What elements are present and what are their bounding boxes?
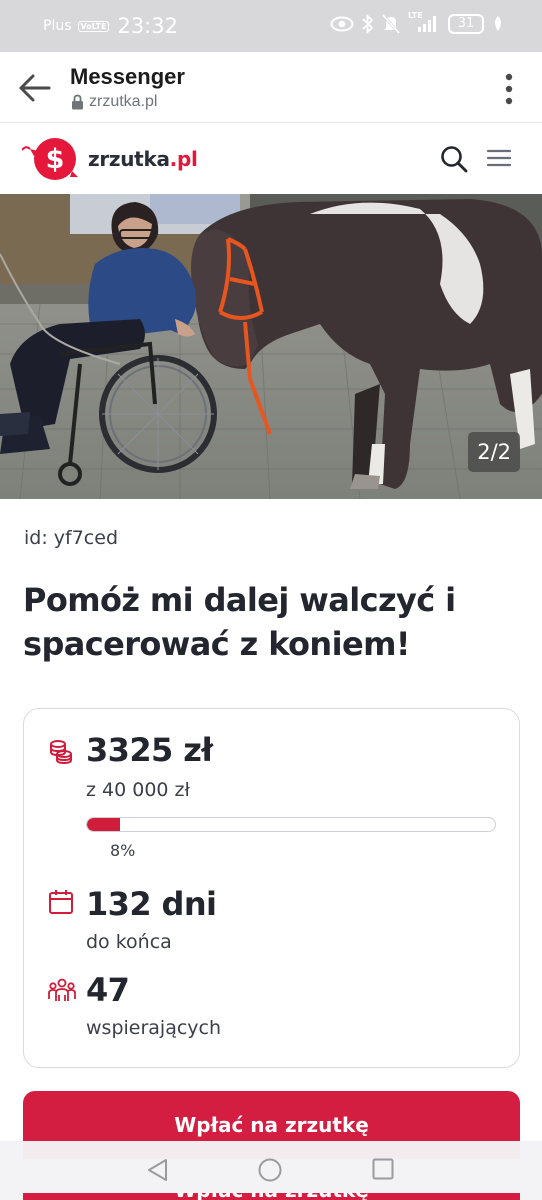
raised-amount: 3325 zł bbox=[86, 731, 213, 769]
signal-icon: LTE bbox=[408, 11, 440, 34]
campaign-id: id: yf7ced bbox=[24, 527, 118, 549]
supporters-label: wspierających bbox=[86, 1017, 222, 1039]
browser-header: Messenger zrzutka.pl bbox=[0, 52, 542, 123]
piggy-bank-logo-icon: $ bbox=[22, 138, 78, 180]
donate-button-duplicate-label: Wpłać na zrzutkę bbox=[23, 1193, 520, 1200]
nav-recents-icon[interactable] bbox=[372, 1158, 394, 1180]
status-bar: Plus VoLTE 23:32 LTE 31 bbox=[0, 0, 542, 52]
site-logo[interactable]: $ zrzutka.pl bbox=[22, 137, 198, 181]
nav-back-icon[interactable] bbox=[146, 1158, 168, 1182]
more-options-button[interactable] bbox=[504, 72, 514, 106]
battery-indicator: 31 bbox=[448, 14, 484, 34]
more-vertical-icon bbox=[505, 73, 513, 105]
nav-home-icon[interactable] bbox=[258, 1158, 282, 1182]
calendar-icon bbox=[49, 890, 73, 914]
supporters-count: 47 bbox=[86, 971, 130, 1009]
menu-button[interactable] bbox=[486, 148, 512, 173]
arrow-left-icon bbox=[19, 74, 51, 102]
logo-text: zrzutka.pl bbox=[88, 147, 198, 171]
url-bar[interactable]: zrzutka.pl bbox=[71, 93, 157, 111]
campaign-title: Pomóż mi dalej walczyć i spacerować z ko… bbox=[23, 581, 456, 663]
campaign-photo bbox=[0, 194, 542, 499]
carrier-name: Plus bbox=[43, 18, 72, 34]
svg-text:$: $ bbox=[46, 144, 65, 175]
donate-button-duplicate[interactable]: Wpłać na zrzutkę bbox=[23, 1193, 520, 1200]
bluetooth-icon bbox=[362, 14, 374, 34]
android-nav-bar bbox=[0, 1141, 542, 1200]
site-header: $ zrzutka.pl bbox=[0, 123, 542, 194]
stats-card: 3325 zł z 40 000 zł 8% 132 dni do końca … bbox=[23, 708, 520, 1068]
mute-bell-icon bbox=[382, 14, 400, 34]
coins-icon bbox=[50, 740, 72, 765]
leaf-icon bbox=[495, 16, 501, 31]
search-icon bbox=[441, 146, 468, 173]
supporters-icon bbox=[48, 978, 76, 1001]
progress-percent: 8% bbox=[110, 841, 136, 860]
url-text: zrzutka.pl bbox=[89, 93, 158, 110]
back-button[interactable] bbox=[18, 72, 52, 104]
days-remaining-label: do końca bbox=[86, 931, 172, 953]
hamburger-menu-icon bbox=[486, 149, 512, 167]
funding-progress-bar bbox=[86, 817, 496, 832]
search-button[interactable] bbox=[440, 145, 468, 178]
eye-icon bbox=[330, 16, 354, 32]
goal-amount: z 40 000 zł bbox=[86, 779, 190, 801]
gallery-counter: 2/2 bbox=[468, 432, 520, 472]
days-remaining: 132 dni bbox=[86, 885, 217, 923]
browser-app-title: Messenger bbox=[70, 64, 185, 89]
lock-icon bbox=[72, 94, 83, 110]
volte-badge: VoLTE bbox=[77, 20, 110, 32]
funding-progress-fill bbox=[87, 818, 120, 831]
status-clock: 23:32 bbox=[117, 14, 178, 38]
campaign-photo-gallery[interactable]: 2/2 bbox=[0, 194, 542, 499]
